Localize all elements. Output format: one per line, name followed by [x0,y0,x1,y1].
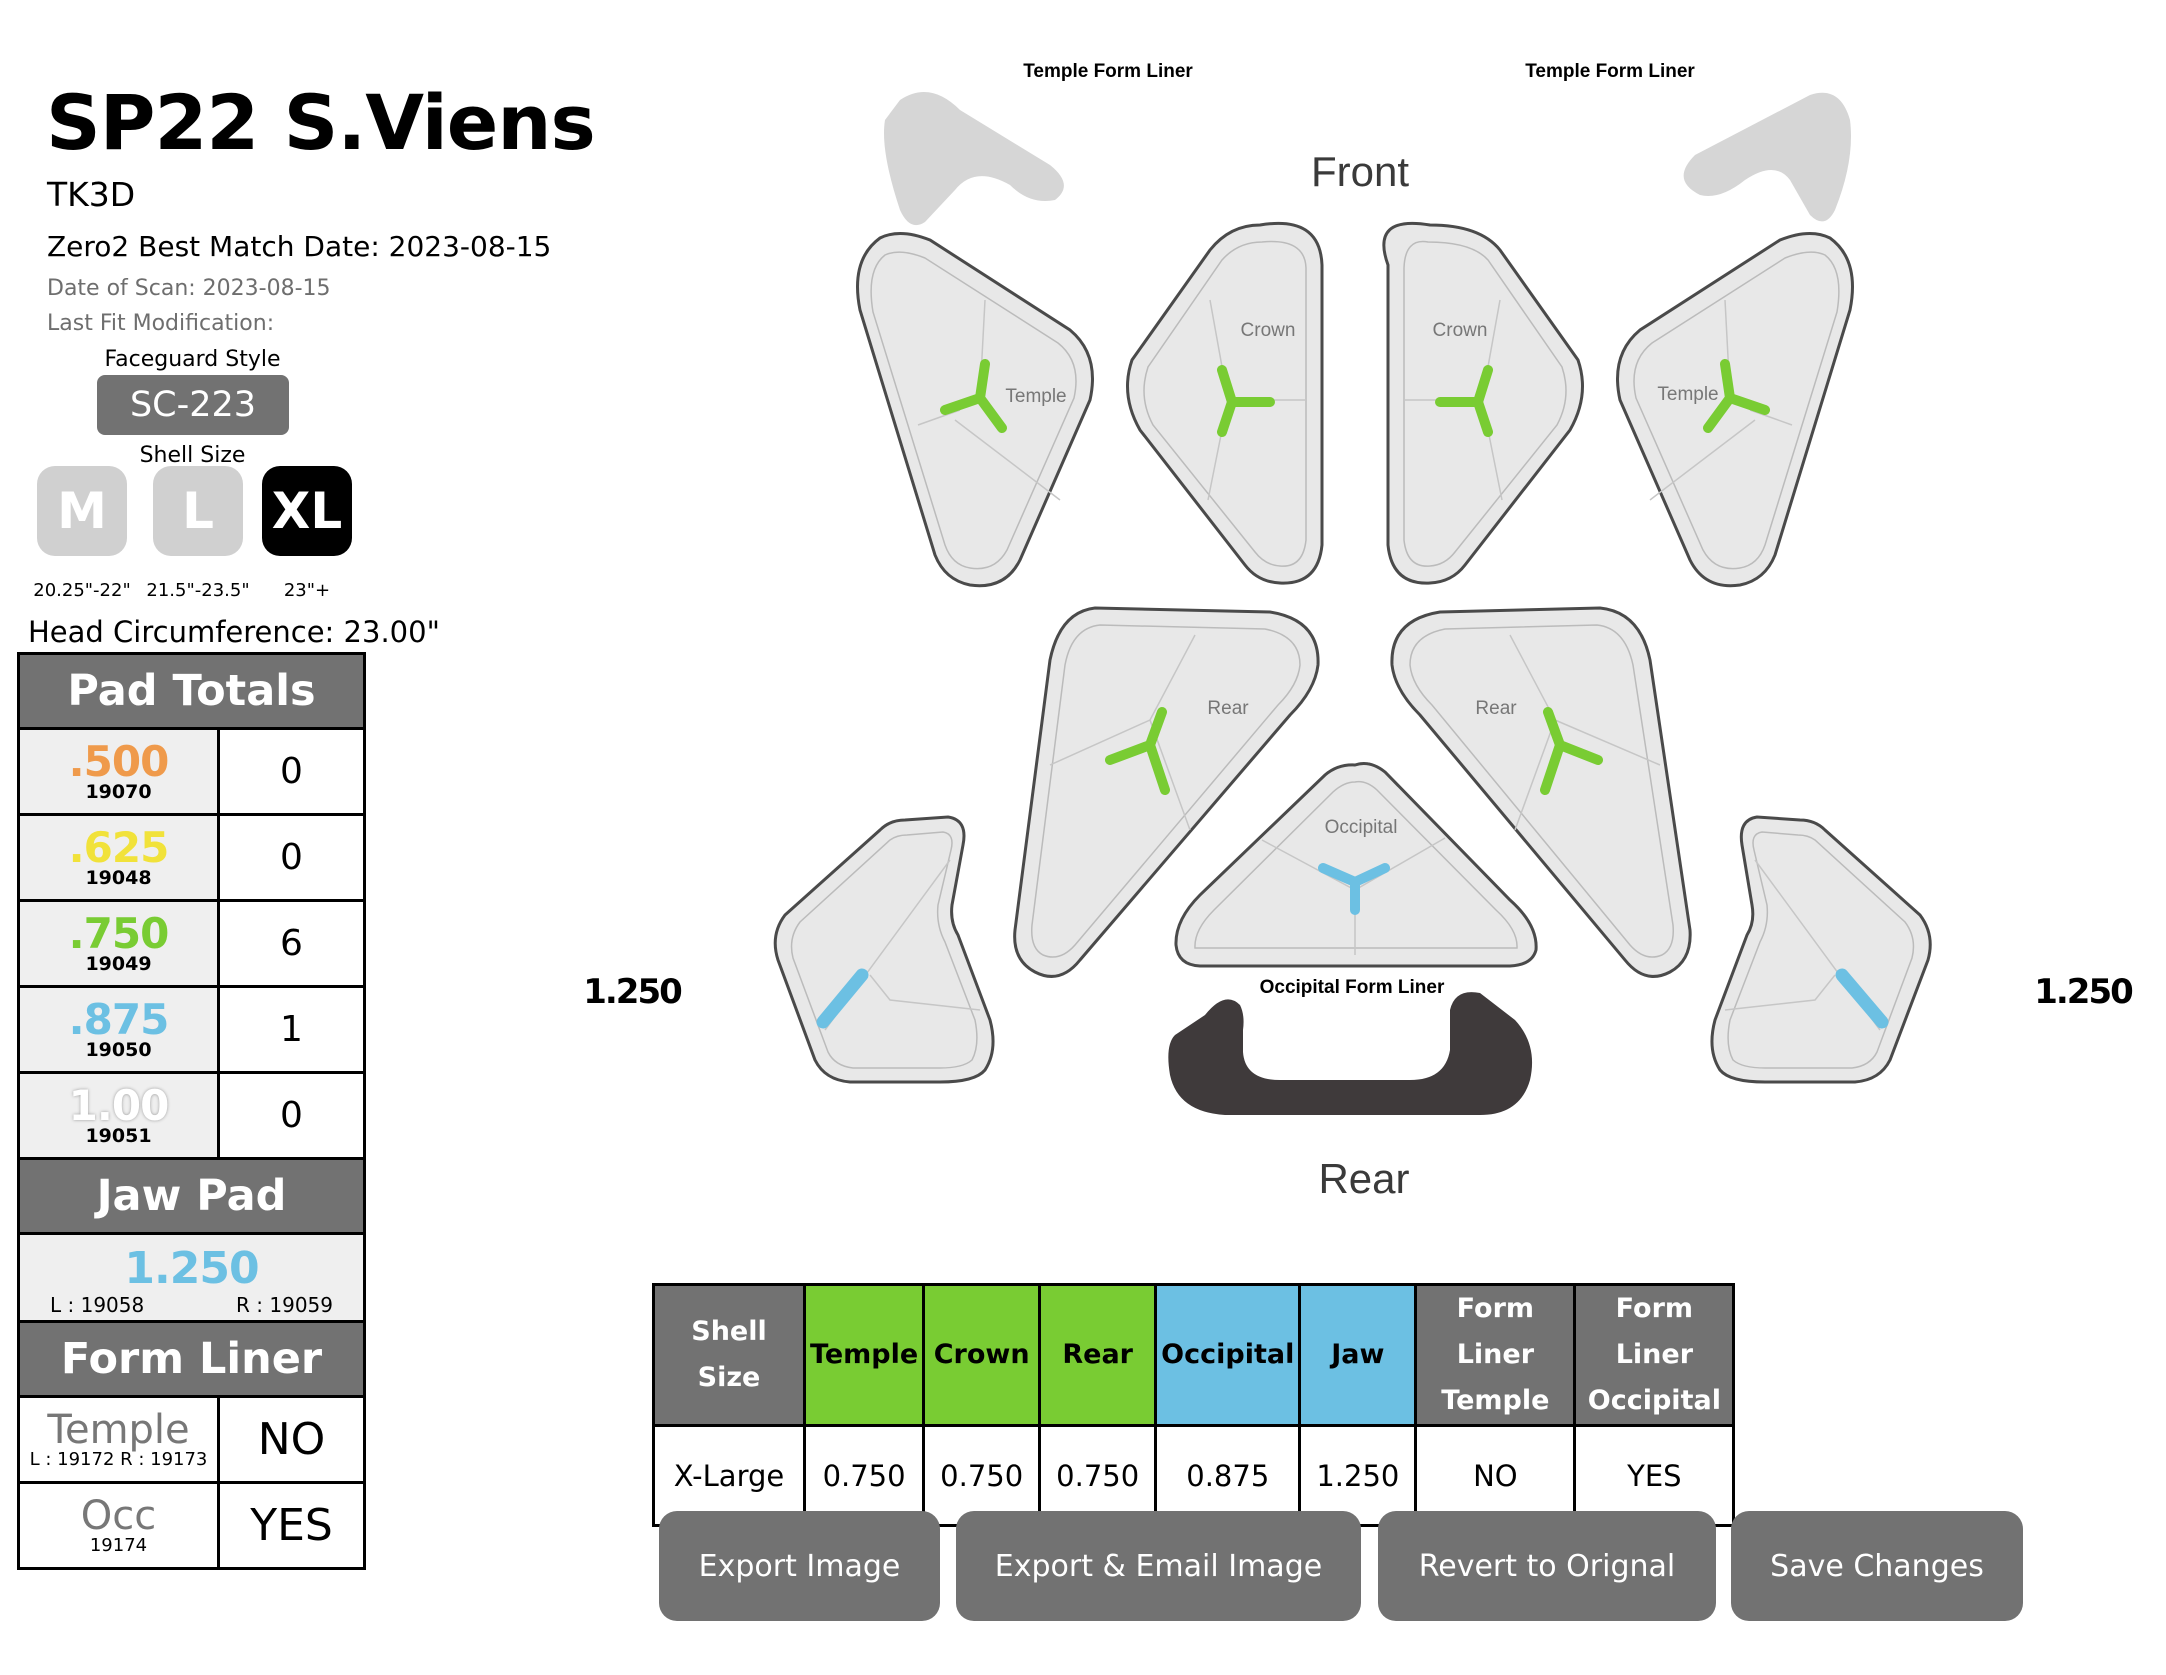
pad-jaw-right[interactable] [1710,815,1932,1084]
temple-form-liner-right-label: Temple Form Liner [1525,61,1695,82]
pad-crown-left[interactable]: Crown [1126,221,1324,585]
pad-summary-table: Shell Size Temple Crown Rear Occipital Jaw For… [652,1283,1736,1527]
summary-header-cell: Form Liner Occipital [1573,1283,1736,1427]
jaw-right-value-label: 1.250 [2034,972,2133,1012]
pad-jaw-left[interactable] [773,815,995,1084]
summary-header-cell: Jaw [1298,1283,1418,1427]
pad-summary-header-row: Shell Size Temple Crown Rear Occipital Jaw For… [652,1283,1736,1427]
pad-temple-right[interactable]: Temple [1616,232,1854,588]
rear-label: Rear [1318,1155,1409,1202]
summary-header-cell: Form Liner Temple [1414,1283,1577,1427]
pad-rear-right-label: Rear [1475,698,1517,719]
occipital-form-liner-label: Occipital Form Liner [1260,977,1445,998]
export-email-image-button[interactable]: Export & Email Image [956,1511,1361,1621]
pad-crown-right[interactable]: Crown [1382,221,1584,585]
save-changes-button[interactable]: Save Changes [1731,1511,2023,1621]
pad-temple-left[interactable]: Temple [856,232,1094,588]
pad-crown-right-label: Crown [1433,320,1488,341]
pad-temple-left-label: Temple [1005,386,1066,407]
summary-header-cell: Rear [1038,1283,1158,1427]
temple-form-liner-left[interactable] [884,92,1064,226]
occipital-form-liner[interactable] [1168,992,1533,1115]
pad-occipital[interactable]: Occipital [1174,762,1538,968]
pad-rear-left-label: Rear [1207,698,1249,719]
temple-form-liner-right[interactable] [1683,92,1851,222]
summary-header-cell: Temple [802,1283,926,1427]
export-image-button[interactable]: Export Image [659,1511,940,1621]
revert-to-original-button[interactable]: Revert to Orignal [1378,1511,1716,1621]
pad-occipital-label: Occipital [1325,817,1398,838]
summary-header-cell: Occipital [1154,1283,1302,1427]
temple-form-liner-left-label: Temple Form Liner [1023,61,1193,82]
pad-crown-left-label: Crown [1241,320,1296,341]
front-label: Front [1311,148,1409,195]
pad-temple-right-label: Temple [1657,384,1718,405]
summary-header-cell: Crown [922,1283,1042,1427]
summary-header-cell: Shell Size [652,1283,806,1427]
jaw-left-value-label: 1.250 [583,972,682,1012]
